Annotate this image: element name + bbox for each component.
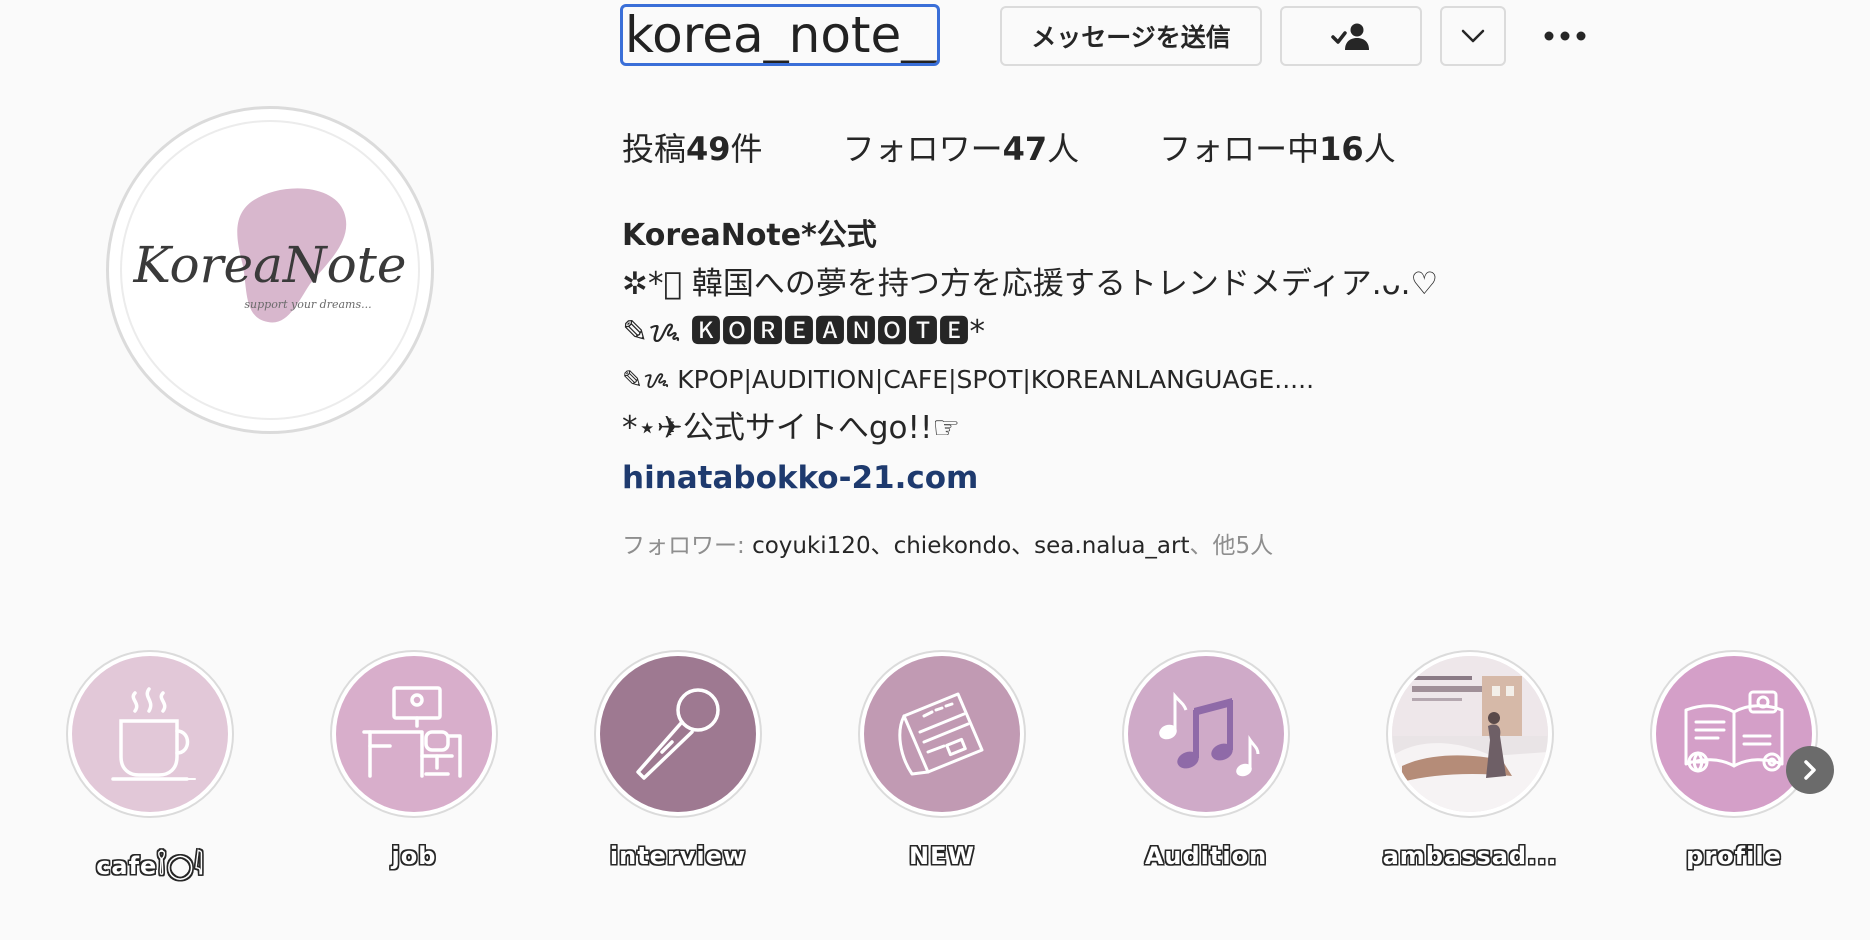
more-horizontal-icon: [1544, 31, 1586, 41]
more-options-button[interactable]: [1540, 16, 1590, 56]
photo-icon: [1392, 656, 1548, 812]
bio-website-link[interactable]: hinatabokko-21.com: [622, 452, 1438, 504]
highlight-job[interactable]: job: [330, 650, 498, 870]
suggestions-dropdown-button[interactable]: [1440, 6, 1506, 66]
koreanote-logo: KoreaNote support your dreams...: [133, 188, 407, 323]
profile-stats: 投稿49件 フォロワー47人 フォロー中16人: [622, 124, 1476, 170]
bio-line-topics: ✎ᝰ KPOP|AUDITION|CAFE|SPOT|KOREANLANGUAG…: [622, 365, 1315, 394]
highlight-new[interactable]: NEW: [858, 650, 1026, 870]
highlight-interview[interactable]: interview: [594, 650, 762, 870]
following-count[interactable]: フォロー中16人: [1159, 124, 1396, 170]
music-notes-icon: [1159, 691, 1260, 777]
highlight-label: NEW: [909, 842, 975, 870]
followed-by-names: coyuki120、chiekondo、sea.nalua_art: [752, 533, 1190, 559]
profile-avatar[interactable]: KoreaNote support your dreams...: [106, 106, 434, 434]
highlight-audition[interactable]: Audition: [1122, 650, 1290, 870]
following-button[interactable]: [1280, 6, 1422, 66]
highlight-ambassador[interactable]: ambassad...: [1383, 650, 1556, 870]
person-check-icon: [1331, 23, 1369, 50]
open-book-icon: [1684, 690, 1784, 773]
avatar-logo: KoreaNote support your dreams...: [120, 120, 420, 420]
bio-line-cta: *⋆✈公式サイトへgo!!☞: [622, 410, 961, 446]
highlight-label: Audition: [1144, 842, 1268, 870]
bio-line-tagline: ✲*ﾟ 韓国への夢を持つ方を応援するトレンドメディア.ᴗ.♡: [622, 266, 1439, 302]
highlight-label: ambassad...: [1382, 842, 1558, 870]
microphone-icon: [636, 688, 720, 780]
highlight-label: interview: [609, 842, 747, 870]
highlight-label: job: [391, 842, 437, 870]
highlight-cafe[interactable]: cafe𓌉◯𓇋: [66, 650, 234, 882]
highlight-label: cafe𓌉◯𓇋: [96, 852, 204, 880]
newspaper-icon: [898, 692, 984, 776]
highlight-label: profile: [1686, 842, 1782, 870]
profile-bio: KoreaNote*公式 ✲*ﾟ 韓国への夢を持つ方を応援するトレンドメディア.…: [622, 212, 1438, 504]
highlights-next-button[interactable]: [1786, 746, 1834, 794]
followers-count[interactable]: フォロワー47人: [843, 124, 1080, 170]
posts-count[interactable]: 投稿49件: [622, 124, 763, 170]
logo-tagline: support your dreams...: [244, 298, 371, 311]
logo-wordmark: KoreaNote: [133, 236, 407, 294]
bio-display-name: KoreaNote*公式: [622, 218, 877, 253]
desk-icon: [362, 686, 462, 778]
coffee-cup-icon: [111, 687, 196, 781]
send-message-button[interactable]: メッセージを送信: [1000, 6, 1262, 66]
chevron-down-icon: [1461, 29, 1485, 43]
profile-page: korea_note__ メッセージを送信 KoreaNote support …: [0, 0, 1870, 940]
chevron-right-icon: [1804, 760, 1816, 780]
followed-by[interactable]: フォロワー: coyuki120、chiekondo、sea.nalua_art…: [622, 526, 1273, 560]
username-heading[interactable]: korea_note__: [620, 4, 940, 66]
bio-line-brand: ✎ᝰ 🅺🅾🆁🅴🅰🅽🅾🆃🅴*: [622, 314, 985, 350]
